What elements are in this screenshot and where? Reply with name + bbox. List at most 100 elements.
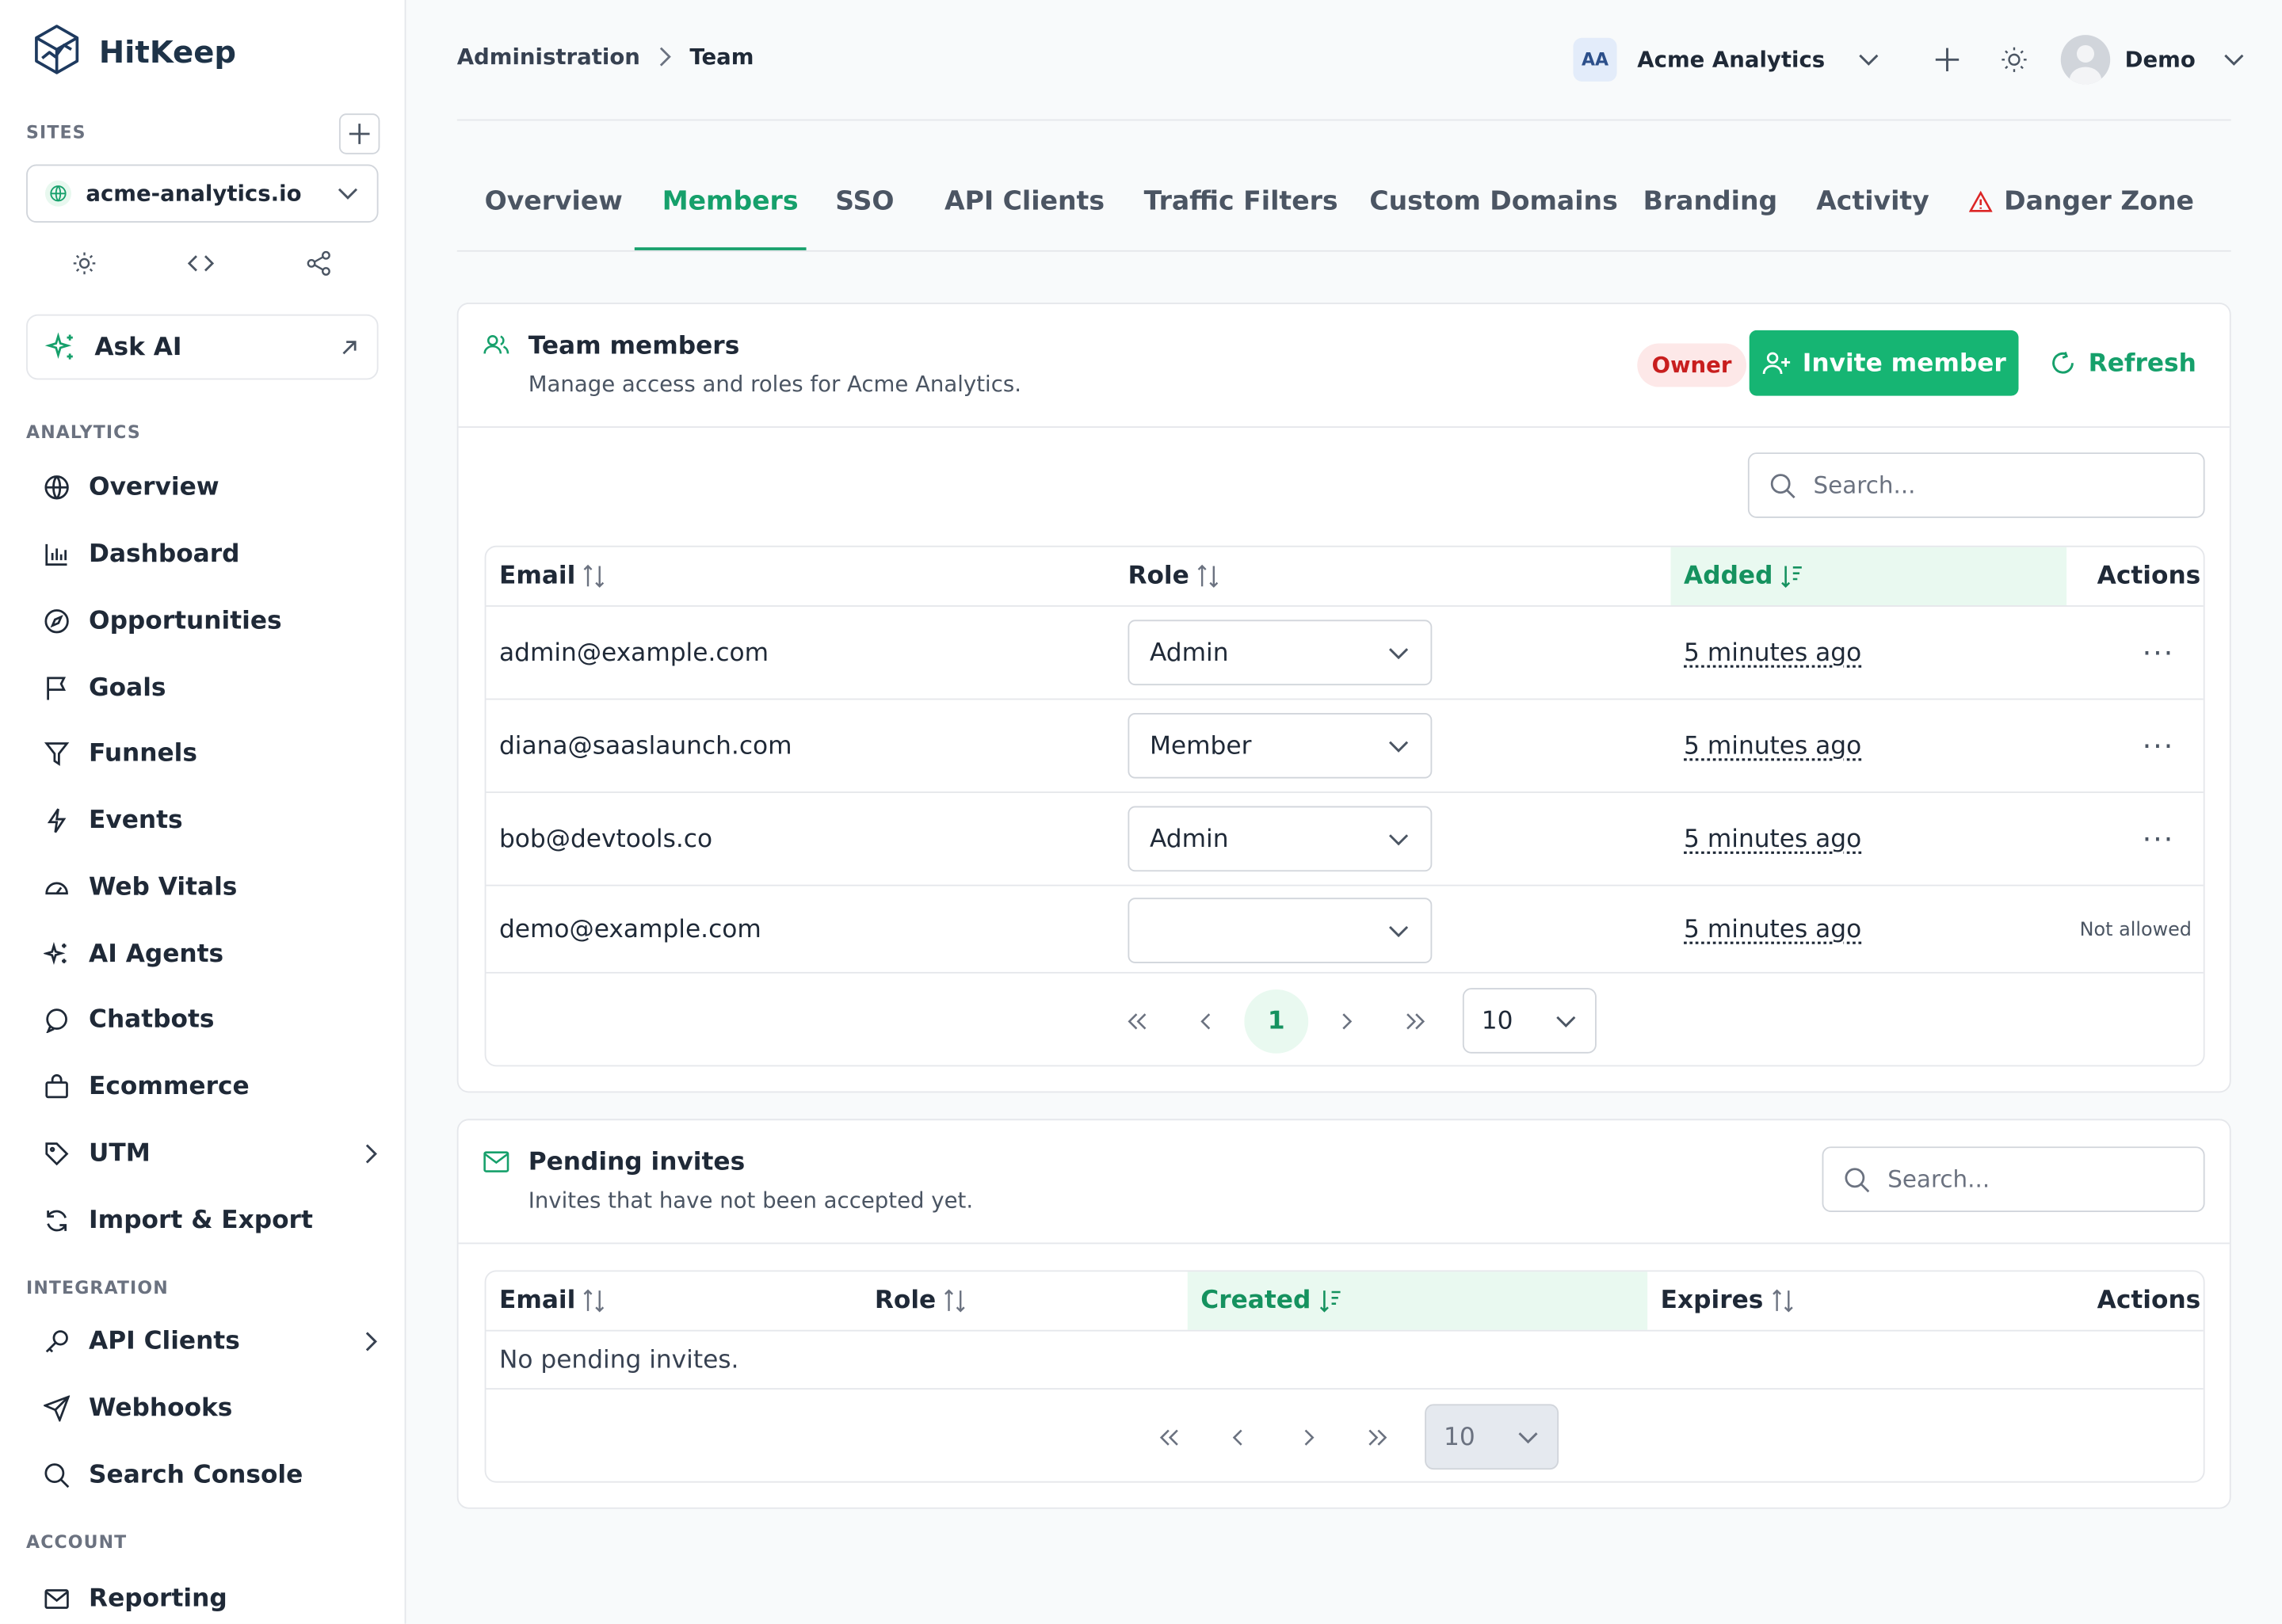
prev-page-icon[interactable]	[1174, 989, 1238, 1053]
refresh-button[interactable]: Refresh	[2051, 330, 2196, 396]
relative-time: 5 minutes ago	[1684, 915, 1862, 945]
column-email[interactable]: Email	[499, 547, 1110, 605]
sort-icon	[1197, 564, 1219, 588]
row-actions-menu-icon[interactable]: ...	[2143, 814, 2175, 848]
column-created[interactable]: Created	[1187, 1271, 1648, 1330]
chevron-down-icon	[1518, 1431, 1538, 1443]
search-icon	[1770, 473, 1795, 498]
page-number[interactable]: 1	[1244, 989, 1309, 1053]
role-select[interactable]	[1128, 898, 1433, 963]
page-size-select[interactable]: 10	[1425, 1404, 1559, 1470]
sidebar-item-ecommerce[interactable]: Ecommerce	[40, 1062, 378, 1111]
invites-search-input[interactable]: Search...	[1822, 1146, 2205, 1212]
invite-member-label: Invite member	[1802, 348, 2006, 378]
tab-api-clients[interactable]: API Clients	[944, 186, 1105, 217]
user-name[interactable]: Demo	[2125, 47, 2196, 73]
sidebar-item-dashboard[interactable]: Dashboard	[40, 530, 378, 579]
card-subtitle: Manage access and roles for Acme Analyti…	[528, 371, 1021, 398]
share-icon[interactable]	[304, 250, 334, 282]
member-added-time: 5 minutes ago	[1684, 607, 1861, 700]
key-icon	[40, 1325, 72, 1357]
sidebar-item-search-console[interactable]: Search Console	[40, 1451, 378, 1500]
sidebar-item-opportunities[interactable]: Opportunities	[40, 597, 378, 646]
sidebar-item-chatbots[interactable]: Chatbots	[40, 995, 378, 1044]
sidebar-item-overview[interactable]: Overview	[40, 463, 378, 512]
bar-chart-icon	[40, 539, 72, 570]
role-select[interactable]: Admin	[1128, 619, 1433, 686]
sidebar-item-webhooks[interactable]: Webhooks	[40, 1384, 378, 1433]
search-placeholder: Search...	[1813, 471, 1916, 499]
plus-icon[interactable]	[1933, 45, 1962, 74]
plus-icon	[349, 124, 370, 144]
tab-branding[interactable]: Branding	[1643, 186, 1778, 217]
column-email[interactable]: Email	[499, 1271, 849, 1329]
role-select[interactable]: Member	[1128, 712, 1433, 779]
sidebar-item-api-clients[interactable]: API Clients	[40, 1317, 378, 1366]
ask-ai-button[interactable]: Ask AI	[26, 314, 379, 380]
members-paginator: 1 10	[1105, 988, 1597, 1054]
sidebar-item-ai-agents[interactable]: AI Agents	[40, 930, 378, 979]
invite-member-button[interactable]: Invite member	[1749, 330, 2019, 396]
sidebar-item-funnels[interactable]: Funnels	[40, 729, 378, 778]
last-page-icon[interactable]	[1384, 989, 1448, 1053]
tab-traffic-filters[interactable]: Traffic Filters	[1144, 186, 1338, 217]
column-role-label: Role	[1128, 561, 1189, 591]
settings-icon[interactable]	[71, 250, 97, 282]
role-select-value: Member	[1149, 730, 1252, 761]
next-page-icon[interactable]	[1276, 1405, 1341, 1469]
row-actions-menu-icon[interactable]: ...	[2143, 627, 2175, 662]
sidebar-item-label: Funnels	[89, 739, 197, 768]
org-name[interactable]: Acme Analytics	[1637, 47, 1825, 73]
first-page-icon[interactable]	[1136, 1405, 1200, 1469]
role-select[interactable]: Admin	[1128, 806, 1433, 872]
relative-time: 5 minutes ago	[1684, 825, 1862, 855]
role-select-value: Admin	[1149, 824, 1229, 854]
sparkles-icon	[44, 331, 73, 359]
breadcrumb-administration[interactable]: Administration	[457, 44, 640, 70]
code-icon[interactable]	[186, 250, 216, 282]
bolt-icon	[40, 805, 72, 837]
tab-custom-domains[interactable]: Custom Domains	[1369, 186, 1617, 217]
page-size-select[interactable]: 10	[1462, 988, 1597, 1054]
theme-toggle-sun-icon[interactable]	[2000, 45, 2029, 74]
sidebar-item-reporting[interactable]: Reporting	[40, 1574, 378, 1623]
column-added[interactable]: Added	[1670, 547, 2067, 606]
user-menu-chevron-down-icon[interactable]	[2222, 52, 2245, 67]
members-pagination-row: 1 10	[486, 971, 2204, 1066]
header-divider	[456, 119, 2231, 121]
table-row: admin@example.com Admin 5 minutes ago ..…	[486, 605, 2204, 700]
members-search-input[interactable]: Search...	[1747, 452, 2205, 518]
sort-icon	[584, 1289, 605, 1313]
sidebar-item-utm[interactable]: UTM	[40, 1129, 378, 1178]
member-email: demo@example.com	[498, 915, 761, 945]
sort-icon	[584, 564, 605, 588]
next-page-icon[interactable]	[1315, 989, 1379, 1053]
sidebar-item-label: UTM	[89, 1139, 151, 1168]
sidebar-item-web-vitals[interactable]: Web Vitals	[40, 863, 378, 912]
add-site-button[interactable]	[338, 113, 380, 154]
tab-overview[interactable]: Overview	[485, 186, 623, 217]
column-role[interactable]: Role	[1128, 547, 1651, 605]
tab-danger-zone[interactable]: Danger Zone	[1969, 186, 2194, 217]
last-page-icon[interactable]	[1346, 1405, 1410, 1469]
row-actions-menu-icon[interactable]: ...	[2143, 720, 2175, 755]
user-avatar[interactable]	[2060, 35, 2111, 85]
mail-icon	[483, 1151, 509, 1179]
sidebar-item-import-export[interactable]: Import & Export	[40, 1196, 378, 1245]
column-expires[interactable]: Expires	[1661, 1271, 1952, 1329]
site-selector[interactable]: acme-analytics.io	[26, 164, 379, 223]
tab-sso[interactable]: SSO	[835, 186, 894, 217]
column-actions: Actions	[2097, 1286, 2201, 1316]
sidebar-item-events[interactable]: Events	[40, 796, 378, 845]
app-logo[interactable]: HitKeep	[32, 23, 236, 81]
org-switcher-chevron-down-icon[interactable]	[1857, 52, 1880, 67]
column-role[interactable]: Role	[875, 1271, 1166, 1329]
site-tools	[26, 250, 378, 282]
prev-page-icon[interactable]	[1207, 1405, 1271, 1469]
tag-icon	[40, 1138, 72, 1169]
tab-activity[interactable]: Activity	[1816, 186, 1929, 217]
relative-time: 5 minutes ago	[1684, 731, 1862, 761]
first-page-icon[interactable]	[1105, 989, 1169, 1053]
tab-members[interactable]: Members	[662, 186, 799, 217]
sidebar-item-goals[interactable]: Goals	[40, 664, 378, 713]
